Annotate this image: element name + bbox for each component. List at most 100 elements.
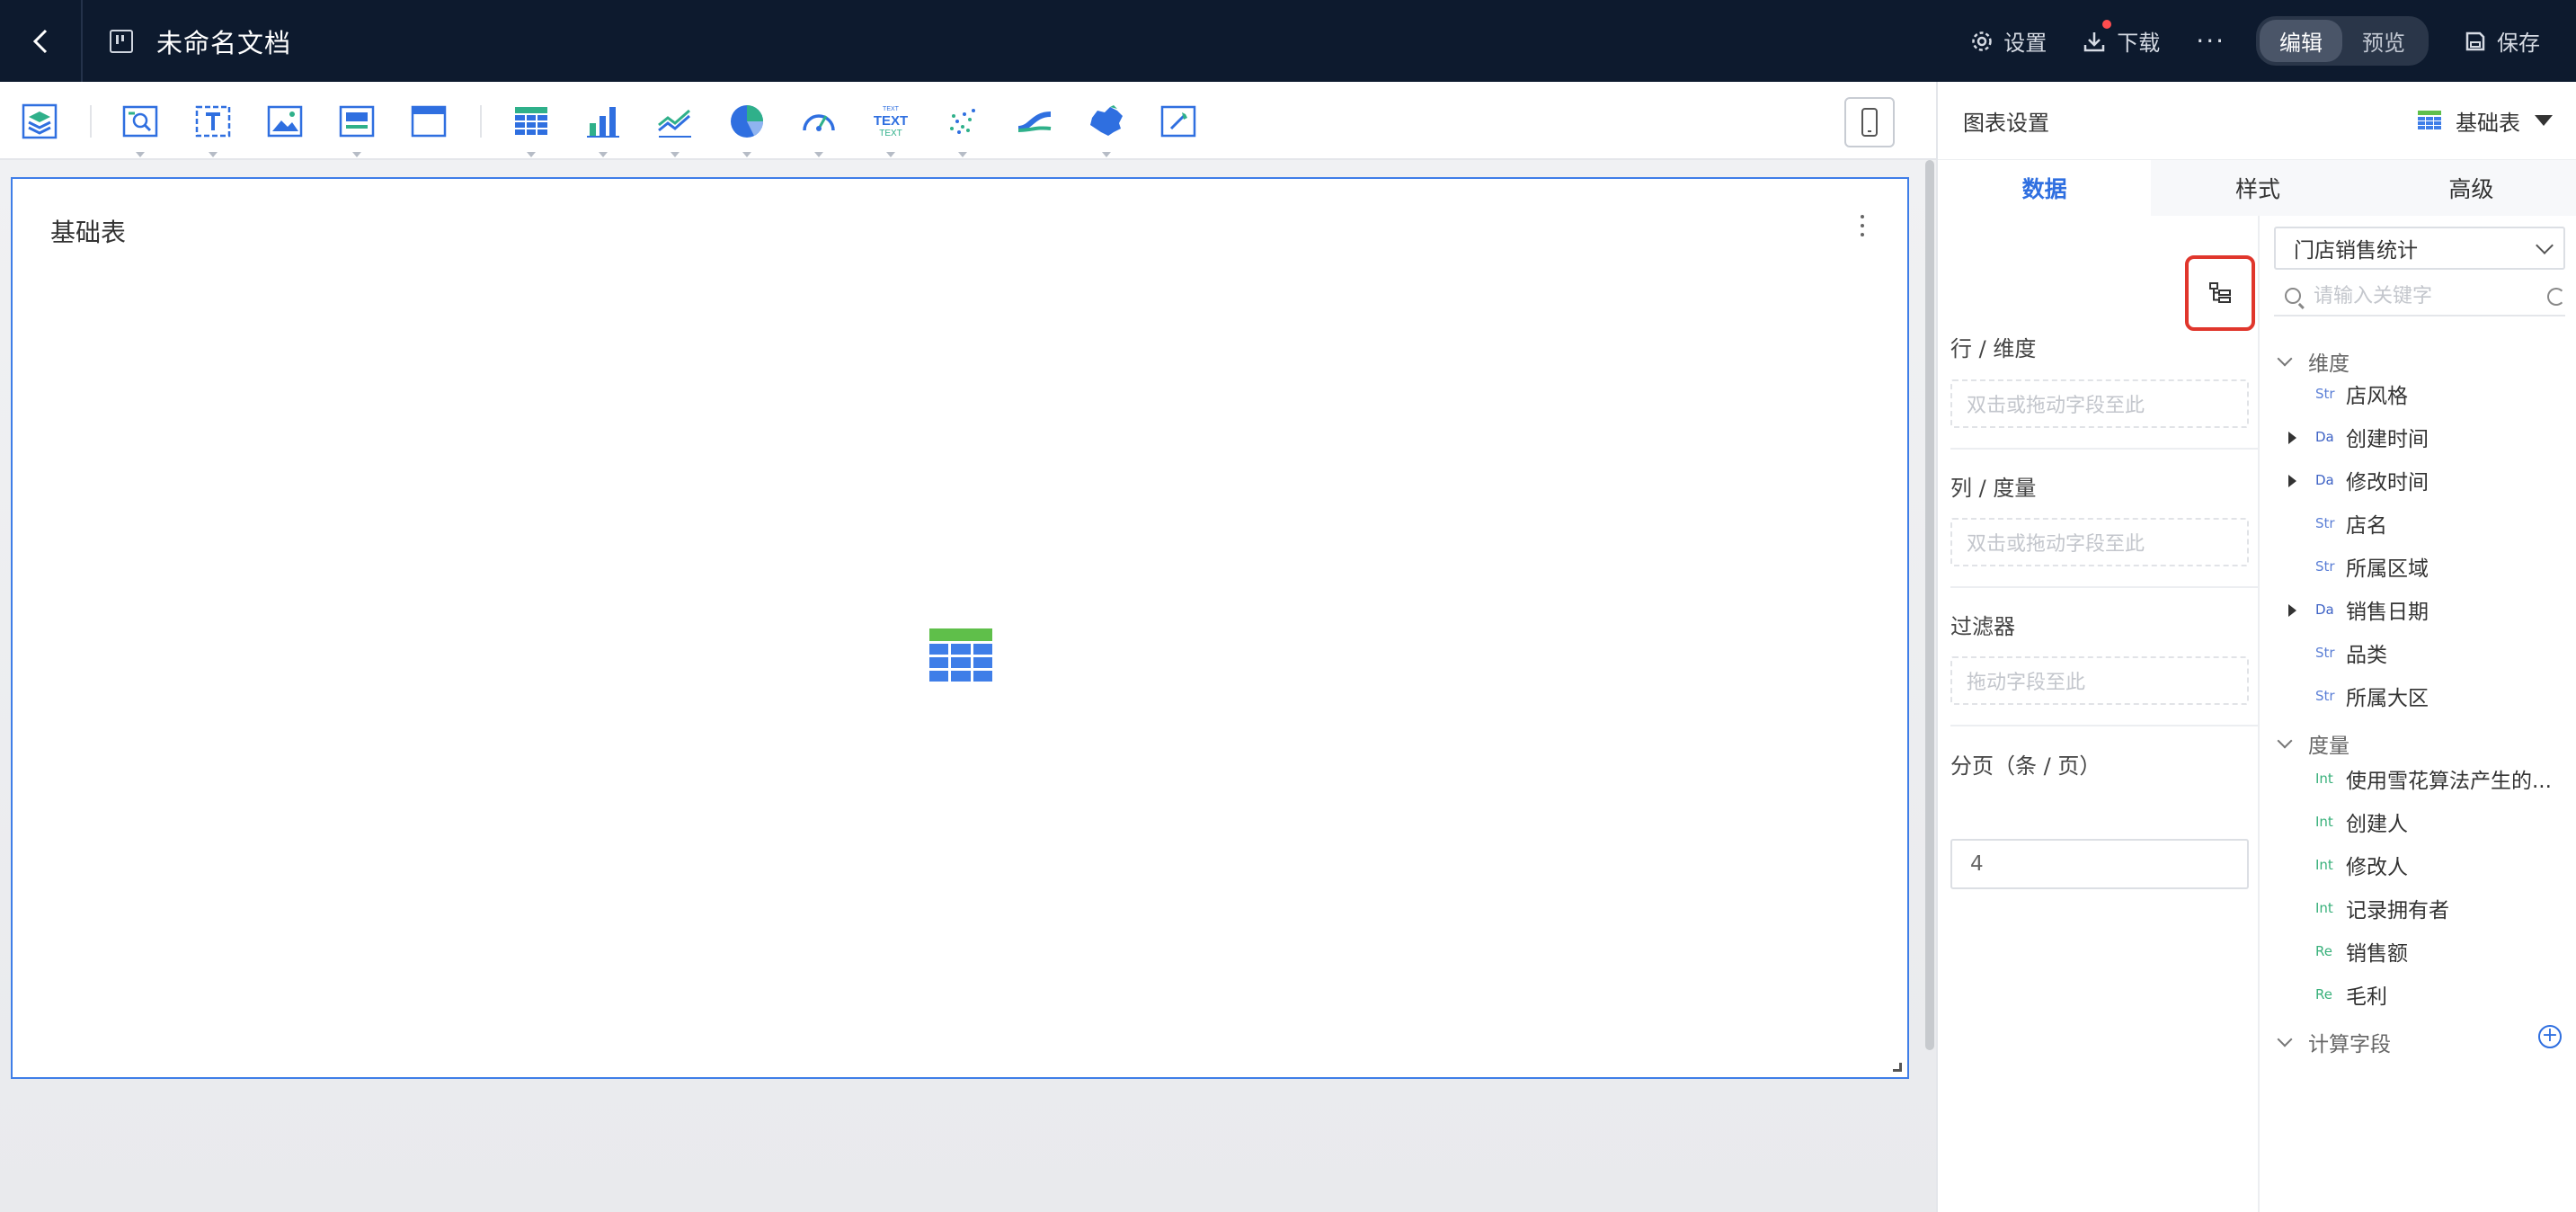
field-type-badge: Str [2315,688,2335,704]
tab-data[interactable]: 数据 [1938,160,2152,216]
top-bar: 未命名文档 设置 下载 ··· 编辑 预览 保存 [0,0,2576,82]
expand-arrow-icon[interactable] [2288,604,2296,617]
expand-arrow-icon[interactable] [2288,475,2296,487]
field-type-badge: Str [2315,558,2335,575]
save-button[interactable]: 保存 [2465,25,2540,57]
search-icon [2285,288,2301,304]
more-menu-button[interactable]: ··· [2196,26,2225,56]
gauge-chart-icon[interactable] [799,102,839,157]
filter-dropzone[interactable]: 拖动字段至此 [1950,656,2249,705]
preview-mode-button[interactable]: 预览 [2342,20,2425,62]
svg-text:TEXT: TEXT [883,106,900,112]
field-name: 创建人 [2346,813,2408,836]
back-button[interactable] [0,0,83,82]
download-button[interactable]: 下载 [2083,20,2161,57]
field-name: 店风格 [2346,385,2408,408]
dataset-select[interactable]: 门店销售统计 [2274,227,2565,270]
calc-field-group-label: 计算字段 [2308,1033,2391,1056]
panel-tabs: 数据 样式 高级 [1938,160,2576,216]
scatter-chart-icon[interactable] [943,102,982,157]
edit-mode-button[interactable]: 编辑 [2260,20,2342,62]
tab-style[interactable]: 样式 [2151,160,2364,216]
table-icon [2418,111,2441,129]
field-type-badge: Int [2315,814,2333,830]
save-label: 保存 [2497,31,2540,56]
field-type-badge: Da [2315,429,2334,445]
columns-dropzone[interactable]: 双击或拖动字段至此 [1950,518,2249,566]
tab-container-icon[interactable] [409,102,449,141]
field-type-badge: Str [2315,386,2335,402]
field-name: 销售额 [2346,942,2408,966]
chart-type-select[interactable]: 基础表 [2418,105,2553,137]
field-name: 创建时间 [2346,428,2429,451]
field-name: 所属大区 [2346,687,2429,710]
query-filter-icon[interactable] [120,102,160,157]
pie-chart-icon[interactable] [727,102,767,157]
field-name: 修改人 [2346,856,2408,879]
component-toolbar: TEXT TEXT TEXT [0,82,1936,160]
settings-button[interactable]: 设置 [1971,25,2047,57]
chevron-left-icon [32,29,48,53]
line-chart-icon[interactable] [655,102,695,157]
page-size-input[interactable]: 4 [1950,839,2249,889]
mode-toggle: 编辑 预览 [2256,16,2429,66]
chevron-down-icon [2536,236,2554,254]
field-name: 店名 [2346,514,2387,538]
rows-dropzone[interactable]: 双击或拖动字段至此 [1950,379,2249,428]
field-search-input[interactable] [2314,284,2520,307]
field-type-badge: Re [2315,986,2332,1003]
notification-dot [2102,20,2112,29]
field-name: 所属区域 [2346,557,2429,581]
map-chart-icon[interactable] [1087,102,1126,157]
refresh-icon[interactable] [2547,288,2565,306]
panel-header: 图表设置 基础表 [1938,82,2576,160]
field-name: 修改时间 [2346,471,2429,495]
dimension-group-toggle[interactable]: 维度 [2274,346,2349,377]
top-actions: 设置 下载 ··· 编辑 预览 保存 [1971,0,2576,82]
image-icon[interactable] [265,102,305,141]
canvas-area: 基础表 [0,160,1936,1212]
table-placeholder-icon [929,628,992,682]
measure-group-toggle[interactable]: 度量 [2274,728,2349,759]
field-type-badge: Str [2315,515,2335,531]
add-calc-field-icon[interactable]: + [2538,1025,2562,1048]
web-component-icon[interactable] [337,102,377,157]
text-box-icon[interactable] [193,102,233,157]
flow-chart-icon[interactable] [1015,102,1054,141]
mobile-preview-button[interactable] [1844,97,1895,147]
save-icon [2465,31,2486,52]
columns-label: 列 / 度量 [1950,476,2037,501]
tab-advanced[interactable]: 高级 [2365,160,2576,216]
download-label: 下载 [2117,31,2161,56]
field-type-badge: Re [2315,943,2332,959]
widget-more-icon[interactable] [1853,215,1871,236]
chevron-down-icon [2277,733,2293,749]
svg-text:TEXT: TEXT [879,129,902,138]
field-name: 品类 [2346,644,2387,667]
field-name: 记录拥有者 [2346,899,2449,922]
hierarchy-button[interactable] [2185,255,2255,331]
layers-icon[interactable] [20,102,59,141]
expand-arrow-icon[interactable] [2288,432,2296,444]
custom-component-icon[interactable] [1159,102,1198,141]
field-name: 使用雪花算法产生的... [2346,770,2552,793]
field-name: 毛利 [2346,985,2387,1009]
chart-widget[interactable]: 基础表 [11,177,1909,1079]
page-size-label: 分页（条 / 页） [1950,753,2101,779]
text-card-icon[interactable]: TEXT TEXT TEXT [871,102,910,157]
field-type-badge: Da [2315,472,2334,488]
mobile-icon [1861,108,1878,137]
bar-chart-icon[interactable] [583,102,623,157]
field-search [2274,277,2565,316]
document-icon [110,29,133,53]
field-type-badge: Int [2315,900,2333,916]
document-title[interactable]: 未命名文档 [156,22,291,60]
table-chart-icon[interactable] [511,102,551,157]
calc-field-group-toggle[interactable]: 计算字段 [2274,1027,2391,1057]
download-icon [2083,30,2106,53]
field-list-panel: 门店销售统计 维度 Str 店风格 Da 创建时间 Da 修改时间 Str [2261,216,2576,1212]
canvas-scrollbar[interactable] [1925,160,1934,1050]
field-name: 销售日期 [2346,601,2429,624]
gear-icon [1971,31,1993,52]
resize-handle[interactable] [1893,1063,1902,1072]
